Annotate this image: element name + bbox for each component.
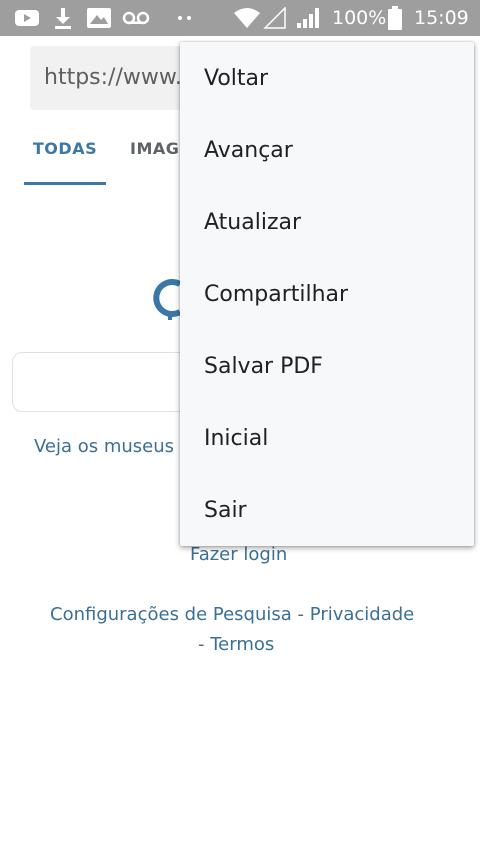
more-notifications-icon [174,0,196,36]
clock: 15:09 [414,7,469,29]
voicemail-icon [120,0,152,36]
image-icon [84,0,114,36]
footer-line-1: Configurações de Pesquisa - Privacidade [50,604,414,625]
menu-item-home[interactable]: Inicial [180,402,474,474]
signal-icon [294,0,322,36]
menu-item-label: Voltar [204,65,269,91]
footer-separator: - [297,604,305,625]
tab-all[interactable]: TODAS [24,136,106,185]
battery-icon [386,0,404,36]
menu-item-label: Inicial [204,425,269,451]
menu-item-refresh[interactable]: Atualizar [180,186,474,258]
promo-link[interactable]: Veja os museus n [34,436,191,457]
menu-item-exit[interactable]: Sair [180,474,474,546]
privacy-link[interactable]: Privacidade [310,604,414,625]
menu-item-label: Atualizar [204,209,302,235]
search-settings-link[interactable]: Configurações de Pesquisa [50,604,292,625]
signal-empty-icon [262,0,288,36]
status-bar: 100% 15:09 [0,0,480,36]
battery-percentage: 100% [332,7,387,29]
menu-item-label: Sair [204,497,247,523]
footer-line-2: - Termos [198,634,274,655]
menu-item-save-pdf[interactable]: Salvar PDF [180,330,474,402]
download-icon [50,0,76,36]
menu-item-label: Compartilhar [204,281,349,307]
footer-separator: - [198,634,205,655]
youtube-icon [12,0,42,36]
url-text: https://www.g [44,65,196,90]
menu-item-label: Avançar [204,137,293,163]
menu-item-back[interactable]: Voltar [180,42,474,114]
login-link[interactable]: Fazer login [190,544,287,565]
menu-item-label: Salvar PDF [204,353,323,379]
menu-item-share[interactable]: Compartilhar [180,258,474,330]
wifi-icon [232,0,262,36]
terms-link[interactable]: Termos [210,634,274,655]
menu-item-forward[interactable]: Avançar [180,114,474,186]
overflow-menu: Voltar Avançar Atualizar Compartilhar Sa… [180,42,474,546]
